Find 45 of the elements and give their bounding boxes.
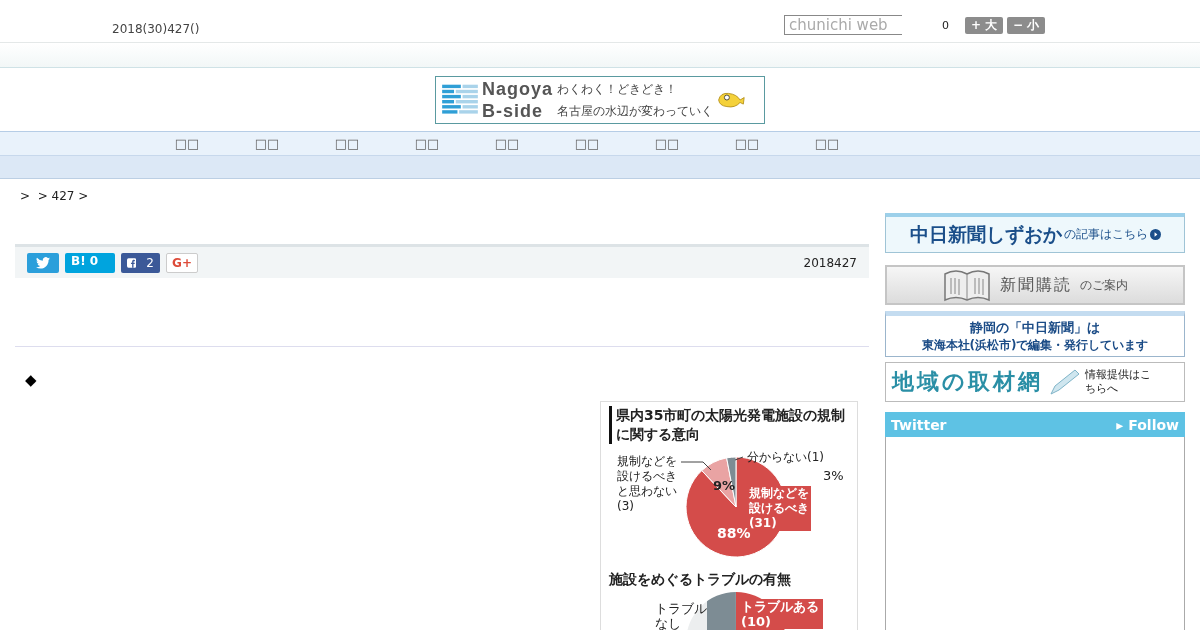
twitter-share-button[interactable] <box>27 252 59 273</box>
facebook-share-button[interactable]: 2 <box>121 252 160 273</box>
date-text: 2018(30)427() <box>112 22 200 36</box>
arrow-circle-icon <box>1149 229 1161 240</box>
slice-label: 規制などを設けるべき(31) <box>749 486 811 531</box>
shizuoka-link-banner[interactable]: 中日新聞しずおかの記事はこちら <box>885 213 1185 253</box>
nav-link[interactable]: □□ <box>787 132 867 155</box>
percent-label: 3% <box>823 468 844 483</box>
nagoya-b-side-banner[interactable]: Nagoya B-side わくわく！どきどき！ 名古屋の水辺が変わっていく <box>435 75 765 124</box>
diamond-marker: ◆ <box>25 371 37 389</box>
nav-link[interactable]: □□ <box>547 132 627 155</box>
subscription-banner[interactable]: 新聞購読 のご案内 <box>885 265 1185 305</box>
chart-title: 施設をめぐるトラブルの有無 <box>609 570 792 589</box>
slice-label: トラブルある(10) <box>741 599 823 629</box>
nav-link[interactable]: □□ <box>627 132 707 155</box>
brick-wall-icon <box>442 82 478 117</box>
banner-title: Nagoya B-side <box>482 77 554 122</box>
font-size-button[interactable]: − 小 <box>1007 16 1045 34</box>
google-plus-button[interactable]: G+ <box>166 252 198 273</box>
slice-label: 分からない(1) <box>747 450 825 465</box>
percent-label: 9% <box>713 478 736 493</box>
nav-link[interactable]: □□ <box>707 132 787 155</box>
facebook-icon <box>127 256 137 269</box>
article-date: 2018427 <box>803 255 857 270</box>
nav-link[interactable]: □□ <box>387 132 467 155</box>
counter-text: 0 <box>942 18 949 32</box>
news-network-banner[interactable]: 地域の取材網 情報提供はこちらへ <box>885 362 1185 402</box>
nav-link[interactable]: □□ <box>307 132 387 155</box>
font-size-button[interactable]: + 大 <box>965 16 1003 34</box>
leader-line <box>680 456 744 471</box>
slice-label: 規制などを設けるべきと思わない(3) <box>617 454 678 514</box>
breadcrumb-text: > > 427 > <box>19 188 90 205</box>
hatena-bookmark-button[interactable]: B! 0 <box>65 252 115 273</box>
nav-link[interactable]: □□ <box>467 132 547 155</box>
twitter-title: Twitter <box>891 416 947 433</box>
search-field[interactable]: chunichi web <box>784 15 902 35</box>
open-book-icon <box>942 268 992 302</box>
tokai-info-banner[interactable]: 静岡の「中日新聞」は 東海本社(浜松市)で編集・発行しています <box>885 311 1185 357</box>
slice-label: トラブルなし <box>655 601 707 630</box>
percent-label: 88% <box>717 526 751 541</box>
banner-tagline: わくわく！どきどき！ 名古屋の水辺が変わっていく <box>557 80 714 120</box>
pen-icon <box>1047 368 1081 396</box>
nav-link[interactable]: □□ <box>147 132 227 155</box>
chart-title: 県内35市町の太陽光発電施設の規制に関する意向 <box>609 406 848 444</box>
nav-link[interactable]: □□ <box>227 132 307 155</box>
